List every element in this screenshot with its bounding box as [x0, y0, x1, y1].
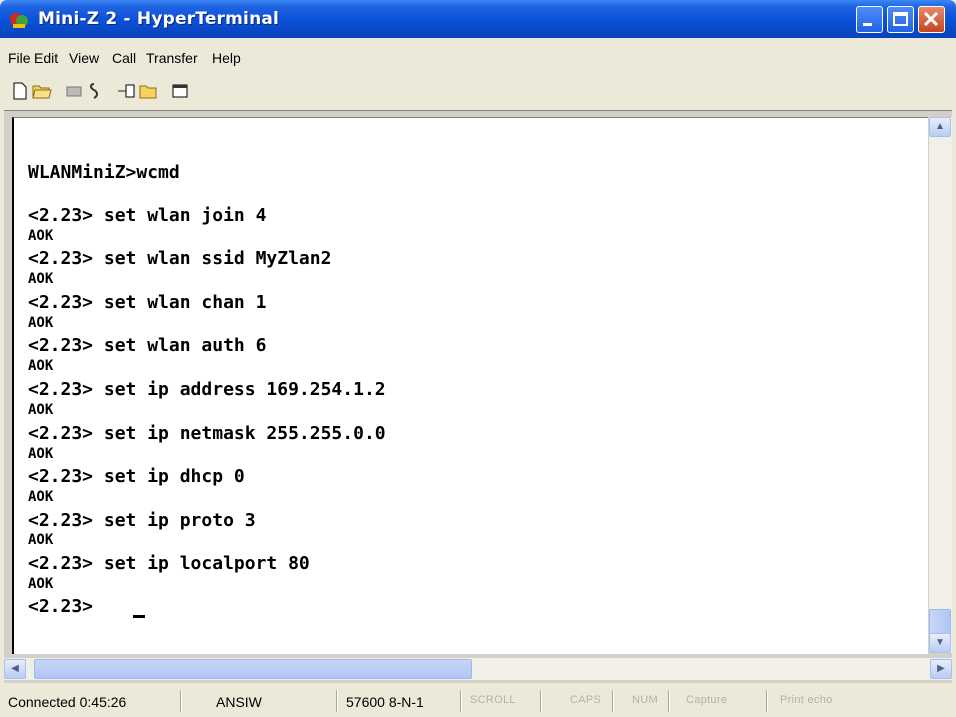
send-icon[interactable]	[116, 82, 136, 100]
terminal-line: AOK	[28, 228, 54, 244]
maximize-button[interactable]	[887, 6, 914, 33]
terminal-line: <2.23> set wlan auth 6	[28, 335, 267, 356]
hyperterminal-icon	[10, 13, 28, 28]
status-divider	[540, 690, 541, 712]
close-button[interactable]	[918, 6, 945, 33]
chevron-up-icon: ▲	[935, 121, 945, 132]
text-cursor	[133, 615, 145, 618]
status-caps: CAPS	[570, 694, 602, 706]
terminal-line: <2.23> set wlan join 4	[28, 205, 267, 226]
scroll-right-button[interactable]: ▶	[930, 659, 952, 679]
terminal-line: <2.23> set ip proto 3	[28, 510, 256, 531]
menu-transfer[interactable]: Transfer	[146, 50, 198, 66]
terminal-screen[interactable]: WLANMiniZ>wcmd <2.23> set wlan join 4 AO…	[12, 117, 928, 654]
open-icon[interactable]	[32, 82, 52, 100]
status-emulation: ANSIW	[216, 694, 262, 710]
terminal-line: <2.23> set wlan ssid MyZlan2	[28, 248, 332, 269]
vertical-scrollbar[interactable]: ▲ ▼	[929, 117, 952, 653]
status-divider	[460, 690, 461, 712]
minimize-icon	[863, 23, 872, 26]
terminal-line: AOK	[28, 271, 54, 287]
terminal-line: AOK	[28, 402, 54, 418]
terminal-line: <2.23> set ip netmask 255.255.0.0	[28, 423, 386, 444]
minimize-button[interactable]	[856, 6, 883, 33]
scroll-left-button[interactable]: ◀	[4, 659, 26, 679]
terminal-line: WLANMiniZ>wcmd	[28, 162, 180, 183]
menu-view[interactable]: View	[69, 50, 99, 66]
chevron-down-icon: ▼	[935, 637, 945, 648]
status-divider	[668, 690, 669, 712]
window-title: Mini-Z 2 - HyperTerminal	[38, 9, 280, 29]
status-divider	[336, 690, 337, 712]
chevron-right-icon: ▶	[937, 663, 945, 674]
terminal-line: AOK	[28, 446, 54, 462]
status-capture: Capture	[686, 694, 728, 706]
status-bar: Connected 0:45:26 ANSIW 57600 8-N-1 SCRO…	[0, 684, 956, 717]
horizontal-scroll-thumb[interactable]	[34, 659, 472, 679]
terminal-line: AOK	[28, 489, 54, 505]
maximize-icon	[893, 12, 908, 26]
terminal-line: <2.23> set ip localport 80	[28, 553, 310, 574]
terminal-line: <2.23> set wlan chan 1	[28, 292, 267, 313]
terminal-line: AOK	[28, 315, 54, 331]
menu-help[interactable]: Help	[212, 50, 241, 66]
disconnect-icon[interactable]	[64, 82, 84, 100]
new-icon[interactable]	[10, 82, 30, 100]
status-divider	[612, 690, 613, 712]
scroll-down-button[interactable]: ▼	[929, 633, 951, 653]
status-divider	[180, 690, 181, 712]
status-scroll: SCROLL	[470, 694, 516, 706]
scroll-up-button[interactable]: ▲	[929, 117, 951, 137]
close-icon	[923, 11, 939, 27]
connect-icon[interactable]	[84, 82, 104, 100]
terminal-line: <2.23>	[28, 596, 104, 617]
title-bar[interactable]: Mini-Z 2 - HyperTerminal	[0, 0, 956, 38]
status-print-echo: Print echo	[780, 694, 833, 706]
status-connected: Connected 0:45:26	[8, 694, 127, 710]
chevron-left-icon: ◀	[11, 663, 19, 674]
terminal-line: AOK	[28, 358, 54, 374]
terminal-line: <2.23> set ip address 169.254.1.2	[28, 379, 386, 400]
horizontal-scrollbar[interactable]: ◀ ▶	[4, 658, 952, 680]
status-num: NUM	[632, 694, 658, 706]
terminal-line: AOK	[28, 532, 54, 548]
menu-call[interactable]: Call	[112, 50, 136, 66]
menu-edit[interactable]: Edit	[34, 50, 58, 66]
toolbar	[4, 78, 952, 104]
receive-icon[interactable]	[138, 82, 158, 100]
properties-icon[interactable]	[170, 82, 190, 100]
status-port-settings: 57600 8-N-1	[346, 694, 424, 710]
menu-file[interactable]: File	[8, 50, 31, 66]
status-divider	[766, 690, 767, 712]
terminal-line: AOK	[28, 576, 54, 592]
terminal-line: <2.23> set ip dhcp 0	[28, 466, 245, 487]
